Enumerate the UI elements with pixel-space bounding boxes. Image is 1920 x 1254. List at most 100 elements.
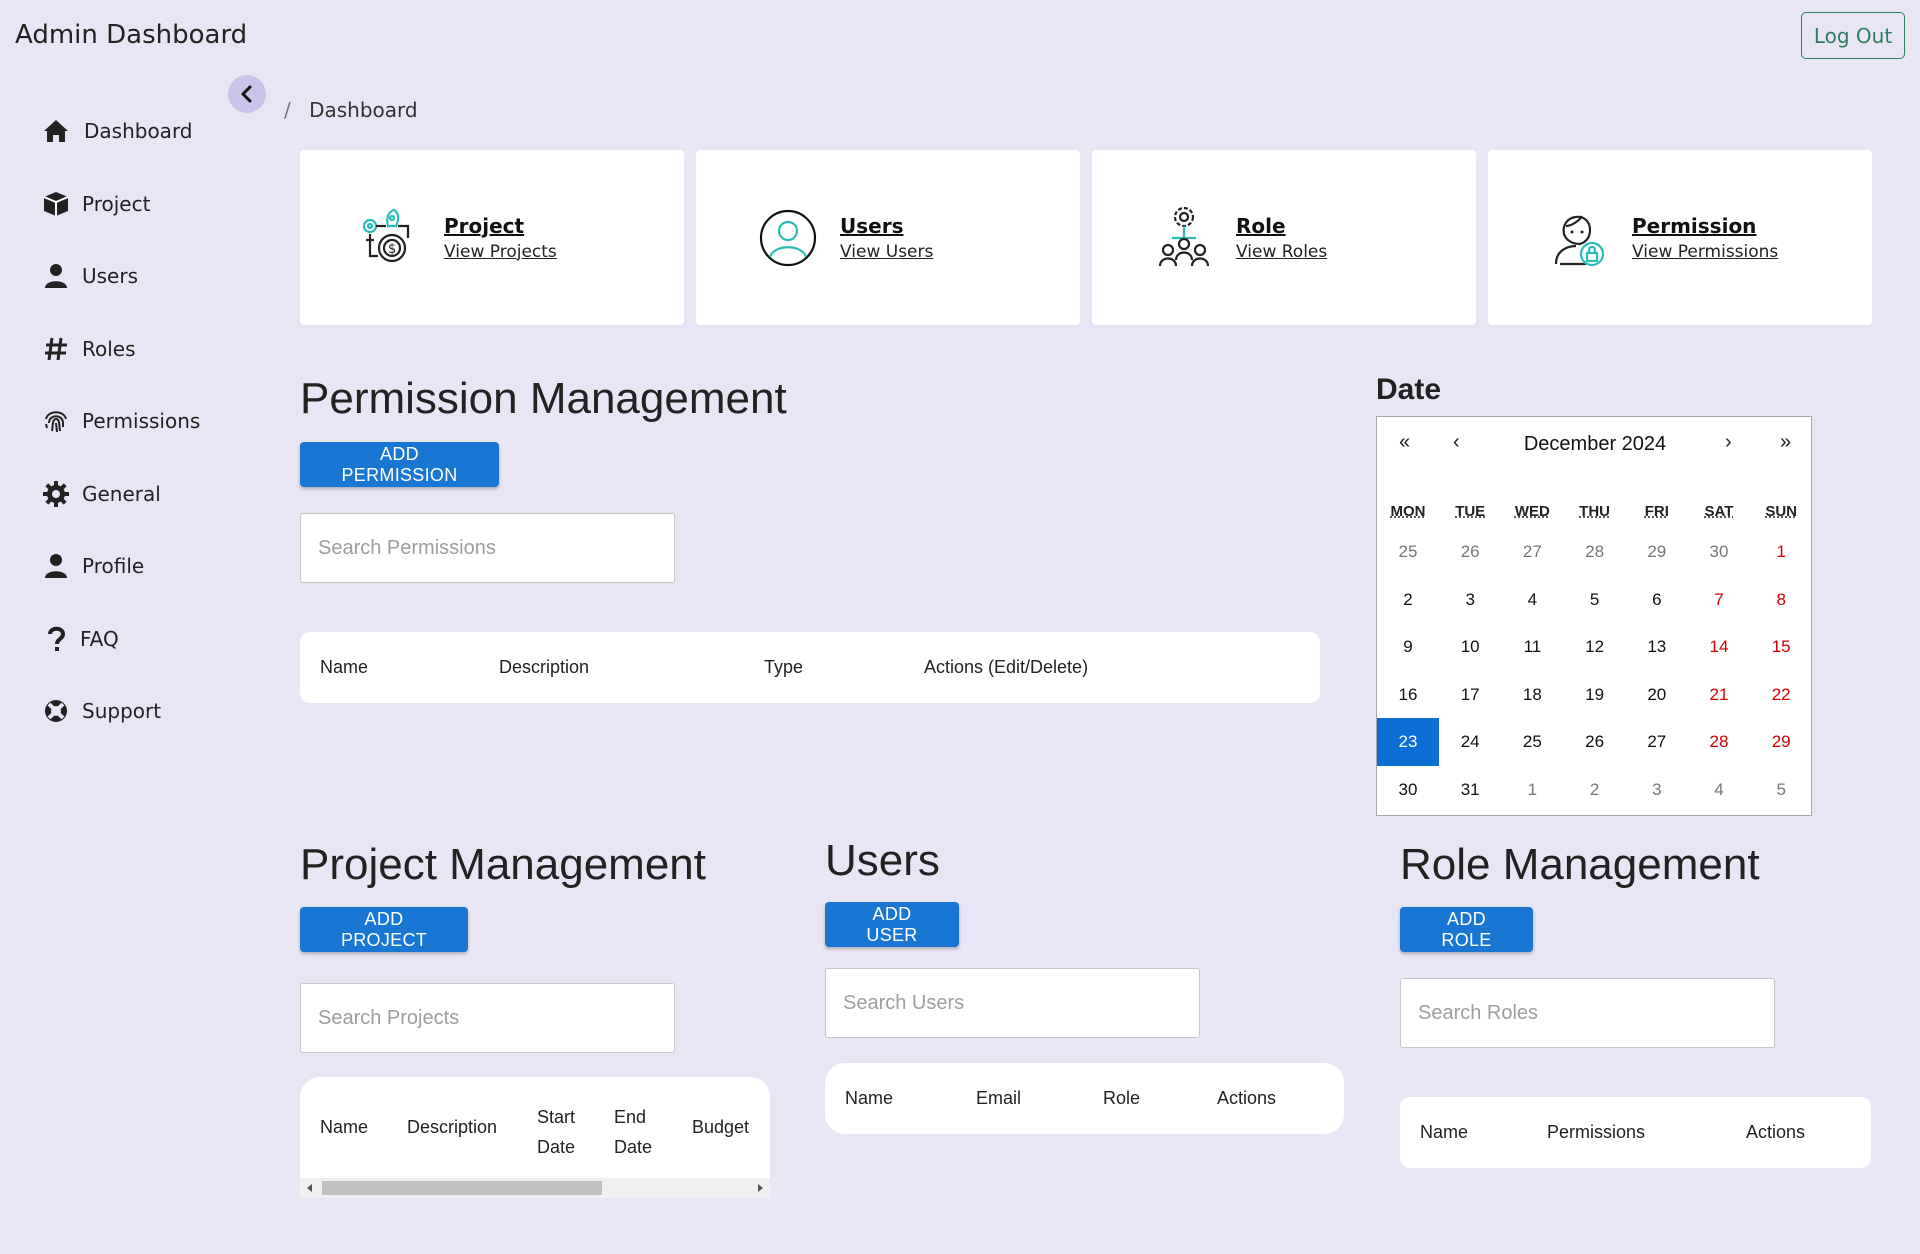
view-users-link[interactable]: View Users [840, 242, 933, 262]
add-user-button[interactable]: ADD USER [825, 902, 959, 947]
sidebar-item-users[interactable]: Users [42, 258, 138, 294]
sidebar-item-profile[interactable]: Profile [42, 548, 144, 584]
search-permissions-input[interactable] [318, 536, 674, 560]
column-header-name[interactable]: Name [320, 1117, 368, 1138]
search-roles-input[interactable] [1418, 1001, 1774, 1025]
calendar-day[interactable]: 4 [1501, 576, 1563, 624]
calendar-day[interactable]: 14 [1688, 623, 1750, 671]
calendar-day[interactable]: 3 [1626, 766, 1688, 814]
calendar-day[interactable]: 18 [1501, 671, 1563, 719]
search-roles-field[interactable] [1400, 978, 1775, 1048]
column-header-type[interactable]: Type [764, 657, 803, 678]
calendar-day[interactable]: 17 [1439, 671, 1501, 719]
calendar-day[interactable]: 9 [1377, 623, 1439, 671]
search-users-field[interactable] [825, 968, 1200, 1038]
column-header-description[interactable]: Description [407, 1117, 497, 1138]
calendar-day[interactable]: 1 [1501, 766, 1563, 814]
calendar-day[interactable]: 30 [1377, 766, 1439, 814]
scroll-left-arrow-icon[interactable] [306, 1184, 314, 1192]
calendar-day[interactable]: 28 [1688, 718, 1750, 766]
project-card-title[interactable]: Project [444, 214, 557, 238]
view-projects-link[interactable]: View Projects [444, 242, 557, 262]
column-header-permissions[interactable]: Permissions [1547, 1122, 1645, 1143]
project-card[interactable]: $ Project View Projects [300, 150, 684, 325]
scrollbar-thumb[interactable] [322, 1181, 602, 1195]
column-header-actions[interactable]: Actions [1746, 1122, 1805, 1143]
calendar-day[interactable]: 25 [1377, 528, 1439, 576]
column-header-description[interactable]: Description [499, 657, 589, 678]
calendar-day[interactable]: 16 [1377, 671, 1439, 719]
calendar-day[interactable]: 13 [1626, 623, 1688, 671]
column-header-start-date[interactable]: Start Date [537, 1102, 581, 1162]
calendar-day[interactable]: 31 [1439, 766, 1501, 814]
sidebar-item-roles[interactable]: Roles [42, 331, 136, 367]
role-card-title[interactable]: Role [1236, 214, 1327, 238]
permission-card-title[interactable]: Permission [1632, 214, 1778, 238]
permission-card[interactable]: Permission View Permissions [1488, 150, 1872, 325]
column-header-end-date[interactable]: End Date [614, 1102, 658, 1162]
sidebar-item-dashboard[interactable]: Dashboard [42, 113, 193, 149]
view-permissions-link[interactable]: View Permissions [1632, 242, 1778, 262]
add-permission-button[interactable]: ADD PERMISSION [300, 442, 499, 487]
calendar-day[interactable]: 20 [1626, 671, 1688, 719]
calendar-day[interactable]: 22 [1750, 671, 1812, 719]
search-permissions-field[interactable] [300, 513, 675, 583]
collapse-sidebar-button[interactable] [228, 75, 266, 113]
role-card[interactable]: Role View Roles [1092, 150, 1476, 325]
calendar-day[interactable]: 30 [1688, 528, 1750, 576]
calendar-day[interactable]: 23 [1377, 718, 1439, 766]
calendar-day[interactable]: 19 [1564, 671, 1626, 719]
logout-button[interactable]: Log Out [1801, 12, 1905, 59]
calendar-day[interactable]: 26 [1564, 718, 1626, 766]
previous-month-button[interactable]: ‹ [1453, 431, 1460, 454]
calendar-day[interactable]: 29 [1750, 718, 1812, 766]
calendar-day[interactable]: 11 [1501, 623, 1563, 671]
column-header-name[interactable]: Name [845, 1088, 893, 1109]
calendar-day[interactable]: 1 [1750, 528, 1812, 576]
sidebar-item-permissions[interactable]: Permissions [42, 403, 200, 439]
calendar-day[interactable]: 25 [1501, 718, 1563, 766]
calendar-day[interactable]: 12 [1564, 623, 1626, 671]
calendar-day[interactable]: 10 [1439, 623, 1501, 671]
projects-table-scrollbar[interactable] [300, 1178, 770, 1198]
calendar-day[interactable]: 5 [1564, 576, 1626, 624]
search-projects-field[interactable] [300, 983, 675, 1053]
calendar-day[interactable]: 8 [1750, 576, 1812, 624]
column-header-role[interactable]: Role [1103, 1088, 1140, 1109]
calendar-day[interactable]: 2 [1564, 766, 1626, 814]
calendar-day[interactable]: 21 [1688, 671, 1750, 719]
sidebar-item-general[interactable]: General [42, 476, 161, 512]
next-month-button[interactable]: › [1725, 431, 1732, 454]
add-project-button[interactable]: ADD PROJECT [300, 907, 468, 952]
column-header-actions[interactable]: Actions [1217, 1088, 1276, 1109]
calendar-day[interactable]: 27 [1626, 718, 1688, 766]
column-header-budget[interactable]: Budget [692, 1117, 749, 1138]
calendar-day[interactable]: 2 [1377, 576, 1439, 624]
column-header-name[interactable]: Name [320, 657, 368, 678]
sidebar-item-project[interactable]: Project [42, 186, 150, 222]
users-card[interactable]: Users View Users [696, 150, 1080, 325]
previous-year-button[interactable]: « [1399, 431, 1410, 454]
column-header-actions[interactable]: Actions (Edit/Delete) [924, 657, 1088, 678]
calendar-day[interactable]: 29 [1626, 528, 1688, 576]
calendar-day[interactable]: 28 [1564, 528, 1626, 576]
sidebar-item-faq[interactable]: FAQ [42, 621, 119, 657]
calendar-day[interactable]: 3 [1439, 576, 1501, 624]
search-projects-input[interactable] [318, 1006, 674, 1030]
calendar-day[interactable]: 24 [1439, 718, 1501, 766]
calendar-day[interactable]: 26 [1439, 528, 1501, 576]
column-header-name[interactable]: Name [1420, 1122, 1468, 1143]
calendar-day[interactable]: 7 [1688, 576, 1750, 624]
calendar-day[interactable]: 27 [1501, 528, 1563, 576]
search-users-input[interactable] [843, 991, 1199, 1015]
sidebar-item-support[interactable]: Support [42, 693, 161, 729]
next-year-button[interactable]: » [1780, 431, 1791, 454]
calendar-day[interactable]: 15 [1750, 623, 1812, 671]
calendar-day[interactable]: 5 [1750, 766, 1812, 814]
column-header-email[interactable]: Email [976, 1088, 1021, 1109]
add-role-button[interactable]: ADD ROLE [1400, 907, 1533, 952]
calendar-day[interactable]: 4 [1688, 766, 1750, 814]
users-card-title[interactable]: Users [840, 214, 933, 238]
scroll-right-arrow-icon[interactable] [756, 1184, 764, 1192]
calendar-day[interactable]: 6 [1626, 576, 1688, 624]
